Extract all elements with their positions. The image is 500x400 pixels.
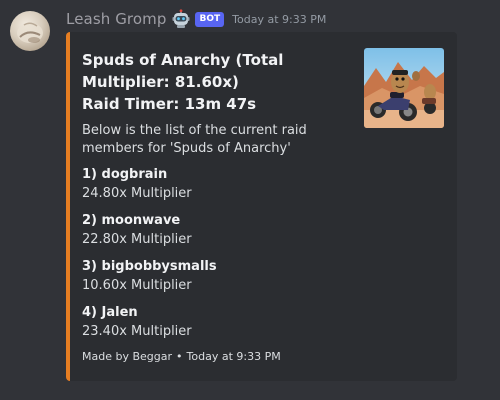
- embed-card: Spuds of Anarchy (Total Multiplier: 81.6…: [66, 32, 457, 381]
- list-item: 2) moonwave 22.80x Multiplier: [82, 212, 362, 258]
- footer-text: Made by Beggar: [82, 350, 173, 363]
- member-multiplier: 23.40x Multiplier: [82, 324, 192, 339]
- embed-title-main: Spuds of Anarchy (Total Multiplier: 81.6…: [82, 51, 284, 91]
- embed-title: Spuds of Anarchy (Total Multiplier: 81.6…: [82, 49, 344, 115]
- potato-biker-image: [364, 48, 444, 128]
- embed-footer: Made by Beggar • Today at 9:33 PM: [82, 350, 281, 363]
- raid-member-list: 1) dogbrain 24.80x Multiplier 2) moonwav…: [82, 166, 362, 350]
- list-item: 1) dogbrain 24.80x Multiplier: [82, 166, 362, 212]
- member-multiplier: 24.80x Multiplier: [82, 186, 192, 201]
- previous-message-edge: [0, 0, 500, 6]
- member-name: 4) Jalen: [82, 305, 138, 320]
- message-timestamp[interactable]: Today at 9:33 PM: [232, 13, 326, 26]
- robot-emoji-icon: [171, 9, 191, 29]
- member-name: 2) moonwave: [82, 213, 181, 228]
- list-item: 4) Jalen 23.40x Multiplier: [82, 304, 362, 350]
- list-item: 3) bigbobbysmalls 10.60x Multiplier: [82, 258, 362, 304]
- member-name: 3) bigbobbysmalls: [82, 259, 217, 274]
- member-multiplier: 10.60x Multiplier: [82, 278, 192, 293]
- raid-timer: Raid Timer: 13m 47s: [82, 95, 257, 113]
- member-multiplier: 22.80x Multiplier: [82, 232, 192, 247]
- message-header: Leash Gromp BOT Today at 9:33 PM: [66, 9, 326, 29]
- avatar[interactable]: [10, 11, 50, 51]
- member-name: 1) dogbrain: [82, 167, 168, 182]
- chat-message: Leash Gromp BOT Today at 9:33 PM Spuds o…: [0, 0, 500, 400]
- bot-badge: BOT: [195, 11, 225, 27]
- footer-timestamp: Today at 9:33 PM: [186, 350, 281, 363]
- embed-thumbnail[interactable]: [364, 48, 444, 128]
- footer-separator: •: [176, 350, 183, 363]
- avatar-image: [17, 22, 43, 43]
- username[interactable]: Leash Gromp: [66, 10, 166, 28]
- embed-description: Below is the list of the current raid me…: [82, 123, 307, 156]
